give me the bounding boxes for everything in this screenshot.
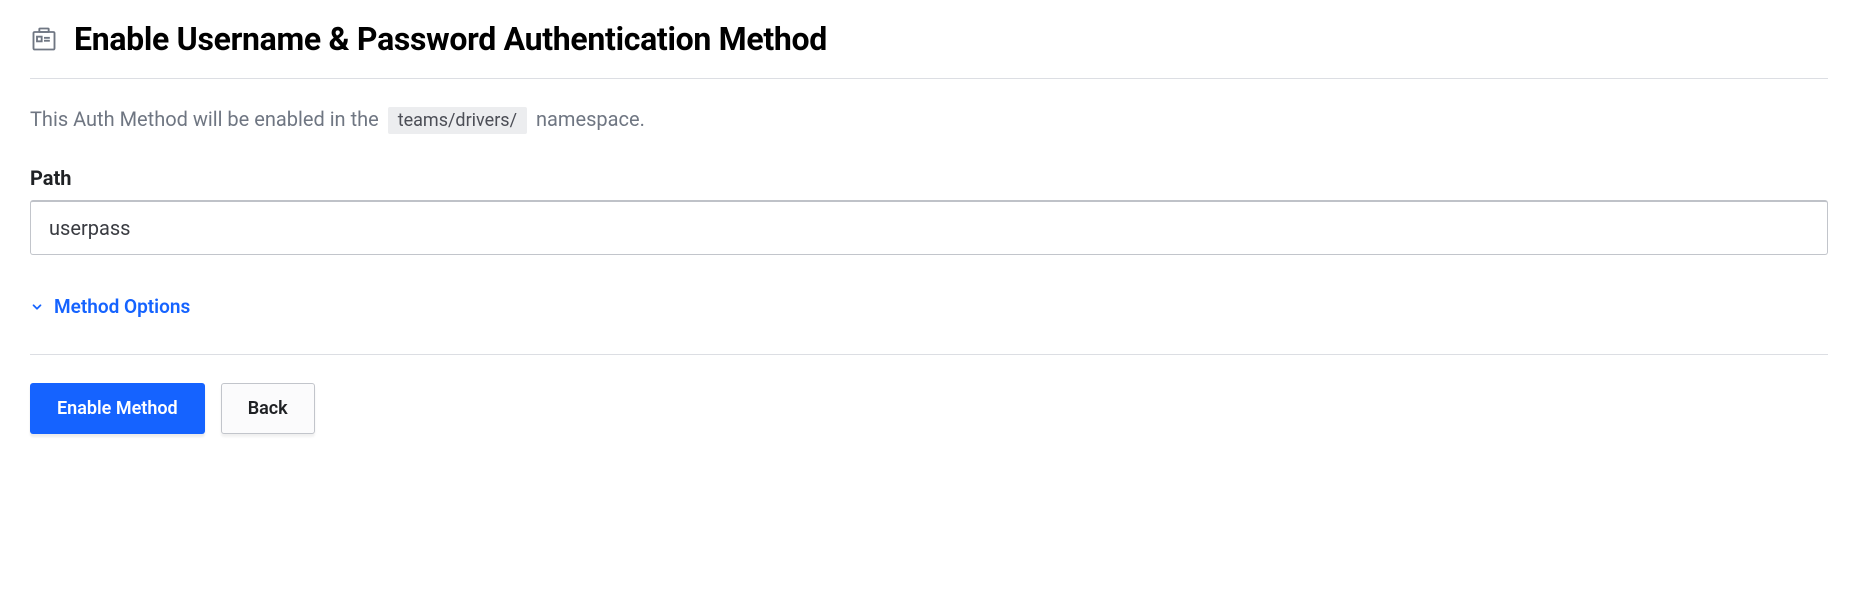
namespace-prefix-text: This Auth Method will be enabled in the [30,107,384,131]
namespace-badge: teams/drivers/ [388,107,527,134]
page-header: Enable Username & Password Authenticatio… [30,20,1828,79]
back-button[interactable]: Back [221,383,315,434]
path-form-group: Path [30,166,1828,255]
action-button-row: Enable Method Back [30,383,1828,434]
section-divider [30,354,1828,355]
method-options-label: Method Options [54,295,190,318]
enable-method-button[interactable]: Enable Method [30,383,205,434]
path-label: Path [30,166,1828,190]
path-input[interactable] [30,200,1828,255]
page-title: Enable Username & Password Authenticatio… [74,20,827,58]
namespace-suffix-text: namespace. [536,107,645,131]
auth-method-icon [30,25,58,53]
method-options-toggle[interactable]: Method Options [30,295,190,318]
chevron-down-icon [30,300,44,314]
namespace-info: This Auth Method will be enabled in the … [30,107,1828,134]
